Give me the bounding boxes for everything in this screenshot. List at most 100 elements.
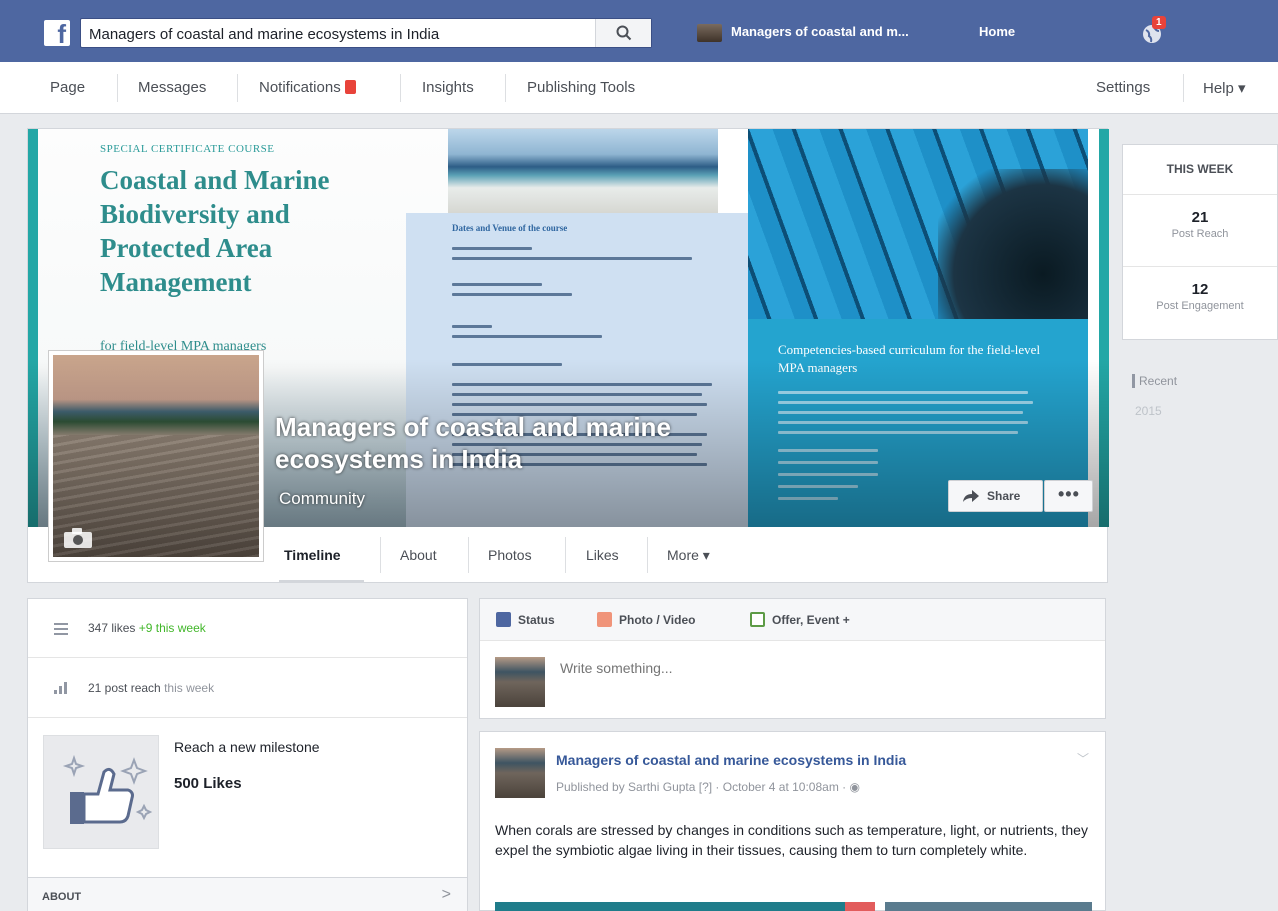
share-label: Share <box>987 489 1021 503</box>
facebook-logo-icon[interactable]: f <box>44 19 70 49</box>
likes-row[interactable]: 347 likes +9 this week <box>28 599 467 658</box>
about-label: ABOUT <box>42 891 82 903</box>
nav-divider <box>1183 74 1184 102</box>
text-line <box>452 325 492 328</box>
page-tabs: Timeline About Photos Likes More ▾ <box>28 527 1109 583</box>
cover-course-title: Coastal and Marine Biodiversity and Prot… <box>100 165 330 297</box>
nav-page[interactable]: Page <box>50 79 85 96</box>
more-dots-icon: ••• <box>1058 484 1080 504</box>
nav-divider <box>237 74 238 102</box>
post-reach-value: 21 <box>1191 209 1209 226</box>
this-week-card: THIS WEEK 21 Post Reach 12 Post Engageme… <box>1122 144 1278 340</box>
chevron-right-icon: > <box>441 886 451 903</box>
milestone-title: Reach a new milestone <box>174 739 320 755</box>
notification-badge-icon <box>344 80 356 94</box>
reach-text: 21 post reach this week <box>88 681 214 695</box>
likes-count: 347 likes <box>88 621 136 635</box>
post-image[interactable] <box>495 902 875 911</box>
reach-count: 21 post reach <box>88 681 161 695</box>
more-options-button[interactable]: ••• <box>1044 480 1093 512</box>
text-line <box>452 247 532 250</box>
reach-row[interactable]: 21 post reach this week <box>28 658 467 718</box>
post-engagement-label: Post Engagement <box>1156 300 1244 312</box>
post-author-link[interactable]: Managers of coastal and marine ecosystem… <box>556 752 906 768</box>
post-engagement-stat[interactable]: 12 Post Engagement <box>1123 267 1277 339</box>
tab-photos[interactable]: Photos <box>488 547 532 563</box>
post-composer: Status Photo / Video Offer, Event + <box>479 598 1106 719</box>
post-engagement-value: 12 <box>1191 281 1209 298</box>
likes-text: 347 likes +9 this week <box>88 621 206 635</box>
nav-divider <box>117 74 118 102</box>
composer-options-bar: Status Photo / Video Offer, Event + <box>480 599 1105 641</box>
top-navbar: f Managers of coastal and m... Home 1 <box>0 0 1278 62</box>
nav-insights[interactable]: Insights <box>422 79 474 96</box>
home-link[interactable]: Home <box>979 24 1015 39</box>
offer-icon <box>750 612 765 627</box>
search-input[interactable] <box>89 23 589 45</box>
offer-event-label: Offer, Event + <box>772 613 850 627</box>
tab-divider <box>565 537 566 573</box>
cover-info-heading: Dates and Venue of the course <box>452 223 568 233</box>
share-button[interactable]: Share <box>948 480 1043 512</box>
post-options-chevron-icon[interactable]: ﹀ <box>1077 750 1089 767</box>
reach-bars-icon <box>54 682 67 694</box>
reach-suffix: this week <box>164 681 215 695</box>
search-icon <box>616 25 632 41</box>
post-image[interactable] <box>885 902 1092 911</box>
timeline-post: Managers of coastal and marine ecosystem… <box>479 731 1106 911</box>
nav-divider <box>505 74 506 102</box>
tab-likes[interactable]: Likes <box>586 547 619 563</box>
notification-count-badge: 1 <box>1152 16 1166 29</box>
text-line <box>452 283 542 286</box>
post-reach-label: Post Reach <box>1171 228 1229 240</box>
page-admin-nav: Page Messages Notifications Insights Pub… <box>0 62 1278 114</box>
post-avatar[interactable] <box>495 748 545 798</box>
text-line <box>452 293 572 296</box>
tab-more[interactable]: More ▾ <box>667 547 710 564</box>
nav-publishing-tools[interactable]: Publishing Tools <box>527 79 635 96</box>
status-option[interactable]: Status <box>496 612 555 627</box>
tab-divider <box>647 537 648 573</box>
tab-divider <box>468 537 469 573</box>
camera-icon[interactable] <box>63 527 93 549</box>
search-button[interactable] <box>595 19 651 47</box>
nav-settings[interactable]: Settings <box>1096 79 1150 96</box>
text-line <box>452 257 692 260</box>
page-title[interactable]: Managers of coastal and marine ecosystem… <box>275 411 775 475</box>
nav-help[interactable]: Help ▾ <box>1203 79 1246 97</box>
tab-timeline[interactable]: Timeline <box>284 547 341 563</box>
likes-list-icon <box>54 623 68 635</box>
nav-divider <box>400 74 401 102</box>
post-reach-stat[interactable]: 21 Post Reach <box>1123 195 1277 267</box>
nav-messages[interactable]: Messages <box>138 79 206 96</box>
photo-video-option[interactable]: Photo / Video <box>597 612 695 627</box>
text-line <box>452 335 602 338</box>
nav-notifications-label: Notifications <box>259 79 341 96</box>
tab-about[interactable]: About <box>400 547 437 563</box>
timeline-nav-recent[interactable]: Recent <box>1132 374 1177 388</box>
composer-input[interactable] <box>560 657 980 679</box>
composer-avatar <box>495 657 545 707</box>
cover-course-tag: SPECIAL CERTIFICATE COURSE <box>100 143 275 155</box>
cover-beach-photo <box>448 129 718 213</box>
left-sidebar-card: 347 likes +9 this week 21 post reach thi… <box>27 598 468 911</box>
notifications-globe-icon[interactable]: 1 <box>1140 16 1166 46</box>
post-text: When corals are stressed by changes in c… <box>495 822 1088 858</box>
offer-event-option[interactable]: Offer, Event + <box>750 612 850 627</box>
photo-video-label: Photo / Video <box>619 613 696 627</box>
page-shortcut-link[interactable]: Managers of coastal and m... <box>731 24 909 39</box>
status-label: Status <box>518 613 555 627</box>
page-category[interactable]: Community <box>279 489 365 509</box>
about-section-link[interactable]: ABOUT > <box>28 877 467 911</box>
photo-icon <box>597 612 612 627</box>
share-arrow-icon <box>963 490 979 502</box>
timeline-nav-year[interactable]: 2015 <box>1135 404 1162 418</box>
page-thumbnail[interactable] <box>697 24 722 42</box>
milestone-thumbs-up-icon <box>43 735 159 849</box>
status-pencil-icon <box>496 612 511 627</box>
this-week-header: THIS WEEK <box>1123 145 1277 195</box>
likes-delta: +9 this week <box>138 621 206 635</box>
post-meta: Published by Sarthi Gupta [?] · October … <box>556 780 860 794</box>
milestone-value: 500 Likes <box>174 775 242 792</box>
nav-notifications[interactable]: Notifications <box>259 79 356 96</box>
